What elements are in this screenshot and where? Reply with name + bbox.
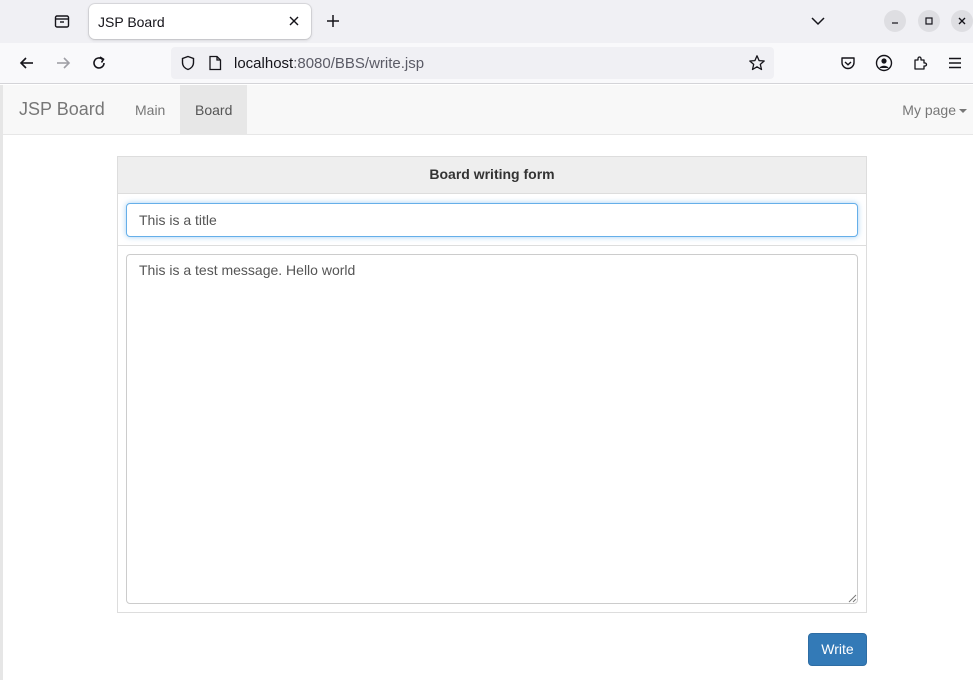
title-input[interactable] xyxy=(126,203,858,237)
firefox-view-button[interactable] xyxy=(46,6,78,36)
url-path: :8080/BBS/write.jsp xyxy=(293,55,425,72)
page-content: JSP Board Main Board My page Board writi… xyxy=(3,85,973,680)
site-navbar: JSP Board Main Board My page xyxy=(3,85,973,135)
write-submit-button[interactable]: Write xyxy=(808,633,867,666)
close-icon xyxy=(289,16,299,26)
nav-item-main[interactable]: Main xyxy=(120,85,180,135)
close-icon xyxy=(958,17,966,25)
extensions-button[interactable] xyxy=(905,48,935,78)
bookmark-star-icon[interactable] xyxy=(748,54,766,72)
browser-tab-active[interactable]: JSP Board xyxy=(89,4,311,39)
my-page-dropdown[interactable]: My page xyxy=(902,85,967,135)
reload-button[interactable] xyxy=(84,48,114,78)
url-host: localhost xyxy=(234,55,294,72)
page-info-icon[interactable] xyxy=(206,54,224,72)
maximize-window-button[interactable] xyxy=(918,10,940,32)
content-textarea[interactable]: This is a test message. Hello world xyxy=(126,254,858,604)
maximize-icon xyxy=(925,17,933,25)
app-menu-button[interactable] xyxy=(940,48,970,78)
nav-item-board[interactable]: Board xyxy=(180,85,248,135)
firefox-view-icon xyxy=(54,15,70,28)
tab-close-button[interactable] xyxy=(285,12,303,30)
chevron-down-icon xyxy=(811,17,825,26)
arrow-left-icon xyxy=(19,57,33,69)
pocket-icon xyxy=(841,57,855,70)
browser-toolbar: localhost:8080/BBS/write.jsp xyxy=(0,43,973,84)
url-bar[interactable]: localhost:8080/BBS/write.jsp xyxy=(171,47,774,79)
account-button[interactable] xyxy=(869,48,899,78)
new-tab-button[interactable] xyxy=(318,6,348,36)
hamburger-menu-icon xyxy=(949,57,961,69)
write-form-table: Board writing form This is a test messag… xyxy=(117,156,867,613)
plus-icon xyxy=(327,15,339,27)
list-all-tabs-button[interactable] xyxy=(803,6,833,36)
form-heading: Board writing form xyxy=(118,157,866,194)
my-page-label: My page xyxy=(902,102,956,118)
puzzle-icon xyxy=(914,56,928,70)
url-text[interactable]: localhost:8080/BBS/write.jsp xyxy=(234,55,424,72)
caret-down-icon xyxy=(959,109,967,114)
back-button[interactable] xyxy=(12,48,42,78)
tab-title: JSP Board xyxy=(98,14,165,30)
minimize-window-button[interactable] xyxy=(884,10,906,32)
navbar-brand[interactable]: JSP Board xyxy=(19,99,105,120)
shield-icon[interactable] xyxy=(179,54,197,72)
reload-icon xyxy=(93,56,105,69)
row-divider xyxy=(118,245,866,246)
account-icon xyxy=(875,54,893,72)
close-window-button[interactable] xyxy=(951,10,973,32)
arrow-right-icon xyxy=(57,57,71,69)
pocket-button[interactable] xyxy=(833,48,863,78)
browser-tab-bar: JSP Board xyxy=(0,0,973,43)
resize-handle-icon[interactable] xyxy=(847,593,857,603)
minimize-icon xyxy=(892,22,898,24)
forward-button[interactable] xyxy=(48,48,78,78)
